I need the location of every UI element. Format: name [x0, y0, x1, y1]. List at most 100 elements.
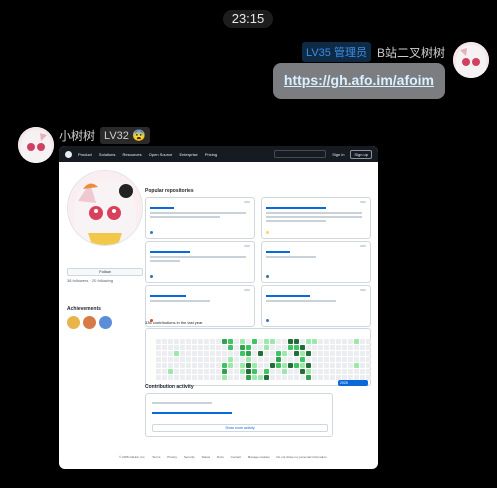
contribution-cell — [180, 357, 185, 362]
contribution-cell — [216, 363, 221, 368]
contribution-cell — [288, 369, 293, 374]
contribution-cell — [204, 357, 209, 362]
contribution-cell — [318, 369, 323, 374]
avatar[interactable] — [18, 127, 54, 163]
contribution-cell — [360, 369, 365, 374]
contribution-cell — [318, 339, 323, 344]
contribution-cell — [210, 345, 215, 350]
contribution-cell — [210, 369, 215, 374]
contribution-cell — [270, 345, 275, 350]
contribution-cell — [234, 345, 239, 350]
contribution-cell — [186, 339, 191, 344]
timestamp: 23:15 — [223, 10, 273, 28]
repo-card — [145, 197, 255, 239]
contribution-cell — [318, 357, 323, 362]
contribution-cell — [348, 369, 353, 374]
contribution-cell — [246, 345, 251, 350]
repo-meta — [266, 318, 270, 322]
contribution-cell — [156, 357, 161, 362]
contribution-cell — [366, 339, 371, 344]
contribution-cell — [204, 369, 209, 374]
contribution-cell — [354, 357, 359, 362]
contribution-cell — [342, 339, 347, 344]
contribution-cell — [300, 357, 305, 362]
contribution-cell — [192, 357, 197, 362]
public-badge — [244, 245, 250, 247]
contribution-cell — [330, 351, 335, 356]
message-link[interactable]: https://gh.afo.im/afoim — [284, 72, 434, 88]
contribution-cell — [312, 369, 317, 374]
contribution-cell — [318, 351, 323, 356]
contribution-cell — [300, 345, 305, 350]
avatar[interactable] — [453, 42, 489, 78]
contribution-cell — [216, 339, 221, 344]
contribution-cell — [294, 375, 299, 380]
contribution-cell — [306, 339, 311, 344]
contribution-cell — [162, 345, 167, 350]
contribution-cell — [324, 351, 329, 356]
contribution-cell — [366, 357, 371, 362]
contribution-cell — [228, 345, 233, 350]
contribution-cell — [204, 345, 209, 350]
contribution-cell — [312, 375, 317, 380]
contribution-cell — [336, 351, 341, 356]
contribution-cell — [270, 375, 275, 380]
contribution-cell — [258, 339, 263, 344]
contribution-cell — [276, 369, 281, 374]
contribution-cell — [312, 345, 317, 350]
contribution-cell — [168, 357, 173, 362]
contribution-cell — [312, 351, 317, 356]
contribution-cell — [168, 375, 173, 380]
contribution-cell — [240, 357, 245, 362]
popular-repos-title: Popular repositories — [145, 188, 194, 194]
contribution-cell — [240, 339, 245, 344]
contribution-cell — [366, 345, 371, 350]
contribution-cell — [240, 345, 245, 350]
contribution-cell — [252, 375, 257, 380]
sign-in: Sign in — [332, 151, 345, 157]
contribution-cell — [324, 369, 329, 374]
contributions-title: 336 contributions in the last year — [145, 320, 203, 325]
contribution-cell — [342, 345, 347, 350]
github-logo-icon — [65, 150, 72, 158]
contribution-cell — [276, 375, 281, 380]
nav-item: Resources — [122, 151, 142, 157]
contribution-cell — [228, 369, 233, 374]
contribution-cell — [276, 339, 281, 344]
sender-name[interactable]: 小树树 — [59, 127, 95, 144]
contribution-cell — [168, 345, 173, 350]
contribution-cell — [318, 363, 323, 368]
contribution-cell — [228, 357, 233, 362]
contribution-cell — [210, 375, 215, 380]
contribution-cell — [264, 345, 269, 350]
contribution-cell — [282, 369, 287, 374]
activity-box: Show more activity — [145, 393, 333, 437]
footer-item: Docs — [216, 455, 224, 459]
sender-name[interactable]: B站二叉树树 — [377, 44, 445, 61]
contribution-cell — [252, 345, 257, 350]
contribution-cell — [228, 375, 233, 380]
contribution-cell — [222, 345, 227, 350]
contribution-cell — [156, 345, 161, 350]
contribution-cell — [366, 369, 371, 374]
contribution-cell — [306, 375, 311, 380]
contribution-cell — [192, 339, 197, 344]
contribution-graph — [145, 328, 371, 386]
contribution-cell — [276, 357, 281, 362]
contribution-cell — [204, 339, 209, 344]
contribution-cell — [180, 363, 185, 368]
contribution-cell — [282, 345, 287, 350]
screenshot-image[interactable]: Product Solutions Resources Open Source … — [59, 146, 378, 469]
contribution-cell — [306, 357, 311, 362]
achievements-title: Achievements — [67, 306, 101, 312]
contribution-cell — [204, 375, 209, 380]
contribution-cell — [210, 339, 215, 344]
contribution-cell — [240, 351, 245, 356]
contribution-cell — [186, 345, 191, 350]
repo-meta — [266, 230, 270, 234]
public-badge — [244, 201, 250, 203]
follow-button: Follow — [67, 268, 143, 276]
contribution-cell — [246, 369, 251, 374]
contribution-cell — [198, 375, 203, 380]
contribution-cell — [300, 363, 305, 368]
